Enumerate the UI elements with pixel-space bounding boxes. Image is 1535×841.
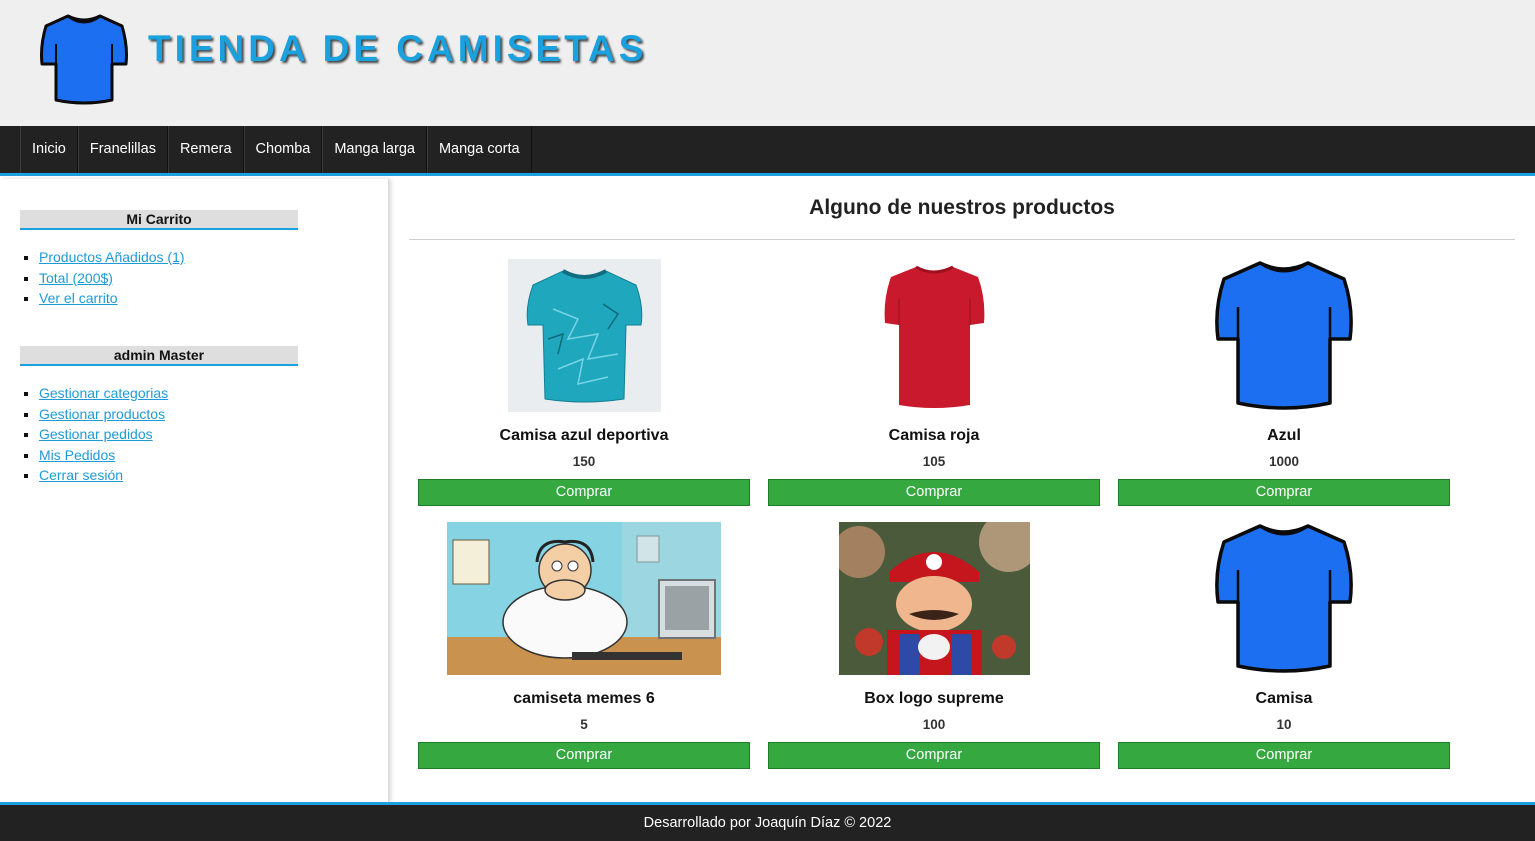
product-card: camiseta memes 6 5 Comprar [418,522,750,769]
site-footer: Desarrollado por Joaquín Díaz © 2022 [0,802,1535,841]
product-price: 10 [1276,717,1292,732]
nav-link-chomba[interactable]: Chomba [245,126,322,173]
divider [409,239,1515,240]
content-title: Alguno de nuestros productos [809,196,1115,219]
list-item: Gestionar productos [39,404,298,425]
product-card: Camisa 10 Comprar [1118,522,1450,769]
nav-link-manga-larga[interactable]: Manga larga [323,126,426,173]
product-price: 105 [922,454,946,469]
main-content: Alguno de nuestros productos Camisa azul… [391,179,1535,802]
product-card: Azul 1000 Comprar [1118,259,1450,506]
product-card: Camisa roja 105 Comprar [768,259,1100,506]
list-item: Cerrar sesión [39,465,298,486]
site-title[interactable]: TIENDA DE CAMISETAS [148,28,647,70]
my-orders-link[interactable]: Mis Pedidos [39,447,115,463]
list-item: Gestionar pedidos [39,424,298,445]
buy-button[interactable]: Comprar [418,479,750,506]
nav-link-manga-corta[interactable]: Manga corta [428,126,531,173]
admin-links: Gestionar categorias Gestionar productos… [20,383,298,486]
product-image-container [768,522,1100,675]
product-image-container [768,259,1100,412]
footer-text: Desarrollado por Joaquín Díaz © 2022 [643,815,892,831]
cart-total-link[interactable]: Total (200$) [39,270,113,286]
list-item: Productos Añadidos (1) [39,247,298,268]
cart-block: Mi Carrito Productos Añadidos (1) Total … [20,210,298,309]
product-name[interactable]: Box logo supreme [768,689,1100,709]
product-image-container [418,522,750,675]
buy-button[interactable]: Comprar [1118,479,1450,506]
cart-links: Productos Añadidos (1) Total (200$) Ver … [20,247,298,309]
list-item: Gestionar categorias [39,383,298,404]
product-image-container [1118,259,1450,412]
product-price: 150 [572,454,596,469]
buy-button[interactable]: Comprar [418,742,750,769]
product-name[interactable]: camiseta memes 6 [418,689,750,709]
product-image-container [1118,522,1450,675]
product-card: Box logo supreme 100 Comprar [768,522,1100,769]
blue-tshirt-image[interactable] [1208,259,1361,412]
admin-title: admin Master [20,346,298,366]
product-price: 100 [922,717,946,732]
nav-item-manga-corta: Manga corta [426,126,532,173]
nav-link-remera[interactable]: Remera [169,126,243,173]
blue-tshirt-logo-icon[interactable] [38,10,130,106]
product-name[interactable]: Azul [1118,426,1450,446]
cart-products-link[interactable]: Productos Añadidos (1) [39,249,185,265]
product-name[interactable]: Camisa [1118,689,1450,709]
buy-button[interactable]: Comprar [1118,742,1450,769]
cartoon-meme-image[interactable] [447,522,721,675]
teal-jersey-image[interactable] [507,259,661,412]
view-cart-link[interactable]: Ver el carrito [39,290,118,306]
red-tshirt-image[interactable] [857,259,1011,412]
nav-link-inicio[interactable]: Inicio [21,126,77,173]
product-image-container [418,259,750,412]
nav-item-manga-larga: Manga larga [322,126,427,173]
product-price: 1000 [1268,454,1300,469]
sidebar: Mi Carrito Productos Añadidos (1) Total … [0,179,389,802]
list-item: Mis Pedidos [39,445,298,466]
logout-link[interactable]: Cerrar sesión [39,467,123,483]
nav-item-remera: Remera [167,126,244,173]
buy-button[interactable]: Comprar [768,742,1100,769]
list-item: Ver el carrito [39,288,298,309]
product-price: 5 [580,717,588,732]
admin-block: admin Master Gestionar categorias Gestio… [20,346,298,486]
product-name[interactable]: Camisa azul deportiva [418,426,750,446]
manage-orders-link[interactable]: Gestionar pedidos [39,426,153,442]
main-nav: Inicio Franelillas Remera Chomba Manga l… [0,126,1535,176]
nav-link-franelillas[interactable]: Franelillas [79,126,167,173]
blue-tshirt-image[interactable] [1208,522,1361,675]
page: TIENDA DE CAMISETAS Inicio Franelillas R… [0,0,1535,841]
buy-button[interactable]: Comprar [768,479,1100,506]
nav-item-franelillas: Franelillas [77,126,168,173]
nav-item-chomba: Chomba [243,126,323,173]
cart-title: Mi Carrito [20,210,298,230]
product-name[interactable]: Camisa roja [768,426,1100,446]
nav-item-inicio: Inicio [20,126,78,173]
site-header: TIENDA DE CAMISETAS [0,0,1535,126]
manage-products-link[interactable]: Gestionar productos [39,406,165,422]
product-card: Camisa azul deportiva 150 Comprar [418,259,750,506]
manage-categories-link[interactable]: Gestionar categorias [39,385,168,401]
plumber-character-image[interactable] [838,522,1030,675]
list-item: Total (200$) [39,268,298,289]
